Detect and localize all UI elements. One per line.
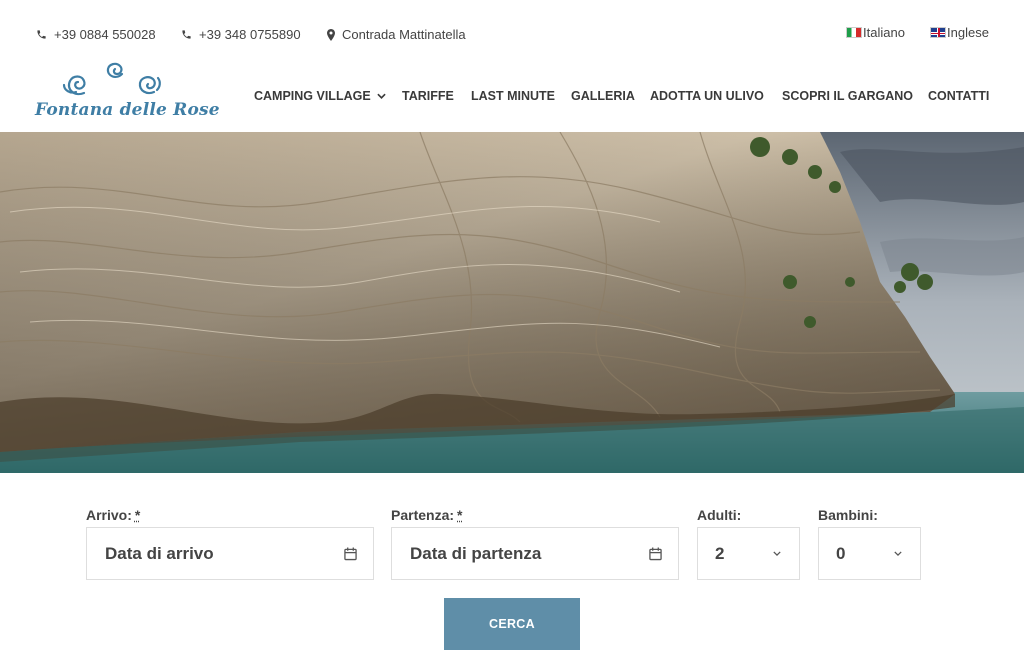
required-mark: * — [457, 507, 463, 523]
required-mark: * — [134, 507, 141, 523]
departure-date-input[interactable]: Data di partenza — [391, 527, 679, 580]
language-english-link[interactable]: Inglese — [930, 25, 989, 40]
top-bar: +39 0884 550028 +39 348 0755890 Contrada… — [0, 0, 1024, 60]
search-button[interactable]: CERCA — [444, 598, 580, 650]
nav-contatti[interactable]: CONTATTI — [928, 89, 989, 103]
arrival-label: Arrivo: * — [86, 507, 140, 523]
phone-icon — [37, 30, 46, 39]
adults-label: Adulti: — [697, 507, 742, 523]
phone-contact-1[interactable]: +39 0884 550028 — [36, 27, 156, 42]
nav-tariffe[interactable]: TARIFFE — [402, 89, 454, 103]
phone-1-text: +39 0884 550028 — [54, 27, 156, 42]
coastal-cliff-image — [0, 132, 1024, 473]
departure-label-text: Partenza: — [391, 507, 455, 523]
nav-last-minute[interactable]: LAST MINUTE — [471, 89, 555, 103]
uk-flag-icon — [930, 27, 946, 38]
arrival-date-input[interactable]: Data di arrivo — [86, 527, 374, 580]
adults-select[interactable]: 2 — [697, 527, 800, 580]
chevron-down-icon — [376, 93, 386, 99]
main-nav: CAMPING VILLAGE TARIFFE LAST MINUTE GALL… — [0, 89, 1024, 105]
hero-image — [0, 132, 1024, 473]
arrival-date-placeholder: Data di arrivo — [105, 543, 214, 563]
departure-date-placeholder: Data di partenza — [410, 543, 542, 563]
map-pin-icon — [327, 28, 335, 41]
adults-select-value: 2 — [715, 543, 725, 563]
booking-form: Arrivo: * Partenza: * Adulti: Bambini: Dat… — [0, 473, 1024, 663]
phone-2-text: +39 348 0755890 — [199, 27, 301, 42]
italy-flag-icon — [846, 27, 862, 38]
calendar-icon[interactable] — [649, 547, 662, 561]
phone-contact-2[interactable]: +39 348 0755890 — [181, 27, 301, 42]
arrival-label-text: Arrivo: — [86, 507, 132, 523]
chevron-down-icon — [894, 551, 902, 556]
children-select-value: 0 — [836, 543, 846, 563]
phone-icon — [182, 30, 191, 39]
nav-scopri-il-gargano[interactable]: SCOPRI IL GARGANO — [782, 89, 913, 103]
chevron-down-icon — [773, 551, 781, 556]
children-label: Bambini: — [818, 507, 878, 523]
departure-label: Partenza: * — [391, 507, 462, 523]
children-select[interactable]: 0 — [818, 527, 921, 580]
address-text: Contrada Mattinatella — [342, 27, 466, 42]
language-italian-link[interactable]: Italiano — [846, 25, 905, 40]
nav-camping-village-label: CAMPING VILLAGE — [254, 89, 371, 103]
nav-camping-village[interactable]: CAMPING VILLAGE — [254, 89, 386, 103]
language-italian-label: Italiano — [863, 25, 905, 40]
address-contact[interactable]: Contrada Mattinatella — [327, 27, 466, 42]
calendar-icon[interactable] — [344, 547, 357, 561]
nav-galleria[interactable]: GALLERIA — [571, 89, 635, 103]
nav-adotta-un-ulivo[interactable]: ADOTTA UN ULIVO — [650, 89, 764, 103]
language-english-label: Inglese — [947, 25, 989, 40]
